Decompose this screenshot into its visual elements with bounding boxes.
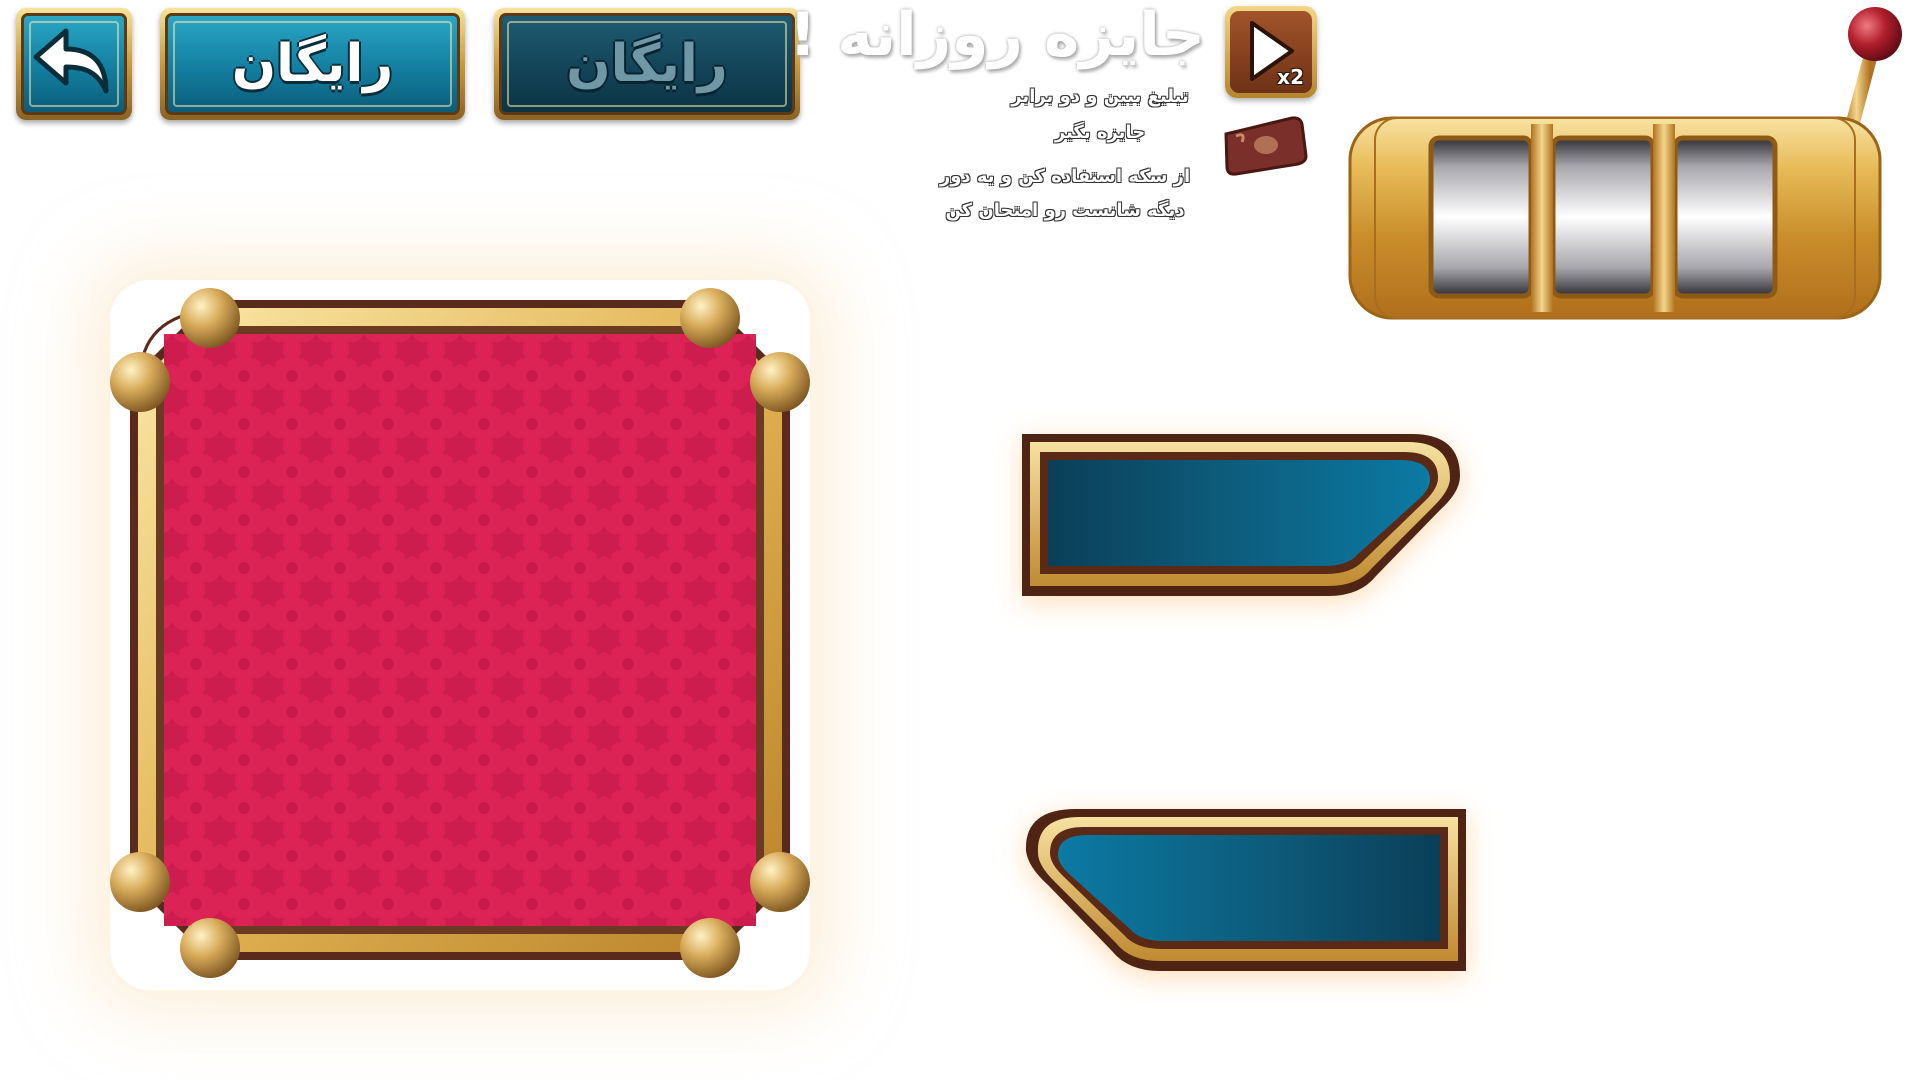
multiplier-label: x2: [1277, 65, 1304, 89]
lever-knob: [1848, 7, 1902, 61]
info-line-4: دیگه شانست رو امتحان کن: [945, 200, 1185, 221]
corner-ball: [180, 288, 240, 348]
free-button-inactive[interactable]: رایگان: [494, 8, 800, 120]
reward-panel: [110, 288, 810, 978]
reel-2: [1550, 135, 1656, 299]
corner-ball: [680, 288, 740, 348]
cash-note-icon: [1224, 116, 1308, 176]
info-line-2: جایزه بگیر: [1054, 122, 1146, 143]
free-button-active[interactable]: رایگان: [160, 8, 465, 120]
back-button[interactable]: [16, 8, 132, 120]
corner-ball: [110, 852, 170, 912]
corner-ball: [750, 852, 810, 912]
reel-3: [1672, 135, 1778, 299]
reel-1: [1428, 135, 1534, 299]
daily-reward-title: جایزه روزانه !: [788, 0, 1205, 70]
back-button-face: [21, 13, 127, 115]
back-arrow-icon: [33, 28, 109, 94]
free-button-active-label: رایگان: [231, 34, 394, 94]
video-button-face: x2: [1230, 11, 1312, 93]
info-line-3: از سکه استفاده کن و یه دور: [939, 166, 1191, 187]
corner-ball: [680, 918, 740, 978]
corner-ball: [180, 918, 240, 978]
slot-machine: [1348, 7, 1902, 320]
free-button-inactive-label: رایگان: [566, 34, 728, 94]
reward-slot-top[interactable]: [1020, 430, 1470, 610]
corner-ball: [110, 352, 170, 412]
panel-inner-field: [164, 334, 756, 926]
info-line-1: تبلیغ ببین و دو برابر: [1011, 86, 1189, 107]
reward-slot-bottom[interactable]: [1020, 805, 1470, 985]
free-button-active-face: رایگان: [165, 13, 460, 115]
watch-video-x2-button[interactable]: x2: [1225, 6, 1317, 98]
corner-ball: [750, 352, 810, 412]
free-button-inactive-face: رایگان: [499, 13, 795, 115]
